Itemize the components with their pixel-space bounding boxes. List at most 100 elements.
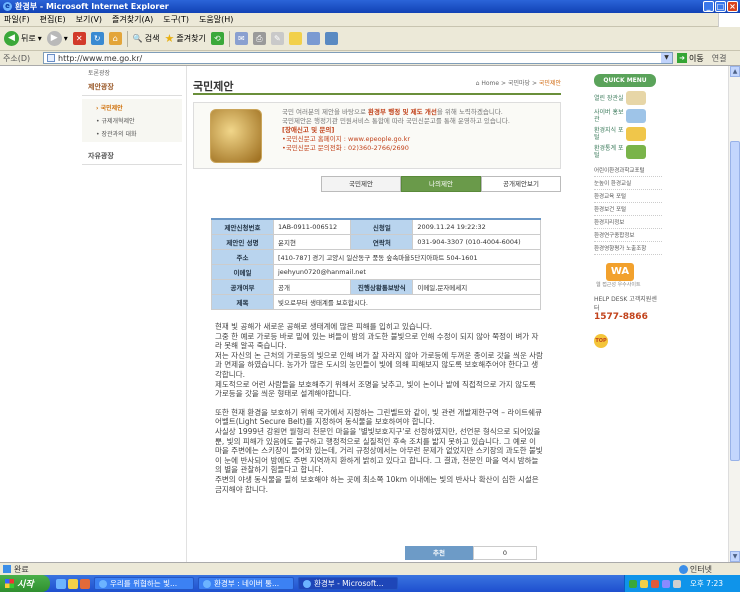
messenger-icon[interactable]: [306, 32, 320, 45]
cell-label: 제목: [211, 294, 274, 310]
folder-icon[interactable]: [288, 32, 302, 45]
mail-icon[interactable]: ✉: [234, 32, 248, 45]
search-label: 검색: [144, 34, 160, 43]
nav-sub-minister-talk[interactable]: • 장관과의 대화: [82, 127, 182, 140]
forward-button[interactable]: ▶ ▾: [46, 31, 68, 46]
table-row: 주소 [410-787] 경기 고양시 일산동구 풍동 숲속마을5단지아파트 5…: [211, 249, 541, 265]
nav-sub-label: 규제개혁제안: [101, 118, 135, 125]
left-navigation: 토론광장 제안광장 › 국민제안 • 규제개혁제안 • 장관과의 대화 자유광장: [82, 66, 182, 165]
links-button[interactable]: 연결: [712, 53, 727, 64]
list-item[interactable]: 어린이환경과학교포털: [594, 164, 662, 177]
list-item[interactable]: 환경연구종합정보: [594, 229, 662, 242]
quick-item-pr[interactable]: 사이버 홍보관: [594, 109, 662, 123]
speaker-icon[interactable]: [673, 579, 681, 588]
go-button[interactable]: ➜ 이동: [677, 53, 704, 64]
tray-icon[interactable]: [651, 579, 659, 588]
scroll-down-icon[interactable]: ▼: [730, 551, 740, 562]
list-item[interactable]: 환경교육 포털: [594, 190, 662, 203]
cell-label: 공개여부: [211, 279, 274, 295]
list-item[interactable]: 환경지리정보: [594, 216, 662, 229]
search-button[interactable]: 🔍 검색: [133, 33, 160, 44]
menu-view[interactable]: 보기(V): [76, 14, 102, 25]
address-dropdown-icon[interactable]: ▼: [661, 53, 672, 63]
nav-sub-regulation[interactable]: • 규제개혁제안: [82, 114, 182, 127]
stop-icon[interactable]: ✕: [72, 32, 86, 45]
help-desk-label: HELP DESK 고객지원센터: [594, 296, 657, 312]
minimize-button[interactable]: _: [703, 1, 714, 12]
proposal-body: 현재 빛 공해가 새로운 공해로 생태계에 많은 피해를 입히고 있습니다. 그…: [215, 322, 545, 503]
home-icon[interactable]: ⌂: [108, 32, 122, 45]
menu-file[interactable]: 파일(F): [4, 14, 30, 25]
taskbar-button[interactable]: 환경부 : 네이버 통...: [198, 577, 294, 590]
cell-label: 연락처: [350, 234, 414, 250]
ie-icon: [99, 579, 107, 588]
ie-icon: [303, 579, 311, 588]
print-icon[interactable]: ⎙: [252, 32, 266, 45]
edit-icon[interactable]: ✎: [270, 32, 284, 45]
list-item[interactable]: 환경보건 포털: [594, 203, 662, 216]
scroll-thumb[interactable]: [730, 141, 740, 461]
breadcrumb-parent[interactable]: 국민마당: [508, 80, 530, 87]
favorites-button[interactable]: ★ 즐겨찾기: [164, 32, 205, 45]
back-button[interactable]: ◀ 뒤로 ▾: [4, 31, 42, 46]
taskbar-button-active[interactable]: 환경부 - Microsoft...: [298, 577, 398, 590]
address-input[interactable]: http://www.me.go.kr/ ▼: [43, 52, 673, 64]
list-item[interactable]: 눈높이 환경교실: [594, 177, 662, 190]
menu-help[interactable]: 도움말(H): [199, 14, 233, 25]
media-quicklaunch-icon[interactable]: [80, 578, 90, 589]
breadcrumb-current: 국민제안: [538, 80, 561, 87]
nav-sub-national-proposal[interactable]: › 국민제안: [82, 101, 182, 114]
notice-line-4[interactable]: •국민신문고 홈페이지 : www.epeople.go.kr: [282, 135, 557, 144]
cell-value: 빛으로부터 생태계를 보호합시다.: [273, 294, 541, 310]
quick-item-minister[interactable]: 열린 장관실: [594, 91, 662, 105]
nav-section-proposal[interactable]: 제안광장: [82, 79, 182, 96]
list-item[interactable]: 환경영향평가 노출조항: [594, 242, 662, 255]
tab-my-proposal[interactable]: 나의제안: [401, 176, 481, 192]
recommend-row: 추천 0: [405, 546, 537, 560]
folder-quicklaunch-icon[interactable]: [68, 578, 78, 589]
tools-icon[interactable]: [324, 32, 338, 45]
window-title: 환경부 - Microsoft Internet Explorer: [15, 2, 169, 11]
tab-national-proposal[interactable]: 국민제안: [321, 176, 401, 192]
history-icon[interactable]: ⟲: [210, 32, 224, 45]
ie-icon: e: [3, 2, 12, 11]
table-row: 제목 빛으로부터 생태계를 보호합시다.: [211, 294, 541, 310]
top-button[interactable]: TOP: [594, 334, 608, 348]
help-desk-phone: 1577-8866: [594, 312, 648, 322]
nav-item-discussion[interactable]: 토론광장: [82, 66, 182, 79]
menu-favorites[interactable]: 즐겨찾기(A): [112, 14, 153, 25]
body-paragraph: 또한 현재 환경을 보호하기 위해 국가에서 지정하는 그린벨트와 같이, 빛 …: [215, 407, 543, 494]
menu-bar: 파일(F) 편집(E) 보기(V) 즐겨찾기(A) 도구(T) 도움말(H): [0, 13, 740, 27]
quick-item-knowledge[interactable]: 환경지식 포털: [594, 127, 662, 141]
cell-value: 윤지현: [272, 234, 352, 250]
tray-icon[interactable]: [629, 579, 637, 588]
refresh-icon[interactable]: ↻: [90, 32, 104, 45]
scroll-up-icon[interactable]: ▲: [730, 66, 740, 77]
ie-quicklaunch-icon[interactable]: [56, 578, 66, 589]
tab-public-proposals[interactable]: 공개제안보기: [481, 176, 561, 192]
menu-tools[interactable]: 도구(T): [163, 14, 189, 25]
close-button[interactable]: ×: [727, 1, 738, 12]
page-viewport: 토론광장 제안광장 › 국민제안 • 규제개혁제안 • 장관과의 대화 자유광장…: [0, 66, 740, 562]
cell-value: 2009.11.24 19:22:32: [412, 218, 541, 235]
column-divider: [186, 66, 187, 562]
tray-icon[interactable]: [662, 579, 670, 588]
toolbar: ◀ 뒤로 ▾ ▶ ▾ ✕ ↻ ⌂ 🔍 검색 ★ 즐겨찾기 ⟲ ✉ ⎙ ✎: [0, 27, 740, 51]
breadcrumb-sep: >: [500, 80, 507, 87]
breadcrumb-home[interactable]: Home: [481, 80, 499, 87]
start-button[interactable]: 시작: [0, 575, 50, 592]
taskbar-button[interactable]: 우리를 위협하는 빛...: [94, 577, 194, 590]
vertical-scrollbar[interactable]: ▲ ▼: [728, 66, 740, 562]
address-label: 주소(D): [3, 53, 31, 63]
quick-item-statistics[interactable]: 환경통계 포털: [594, 145, 662, 159]
cell-label: 진행상황통보방식: [350, 279, 414, 295]
tray-icon[interactable]: [640, 579, 648, 588]
maximize-button[interactable]: □: [715, 1, 726, 12]
windows-flag-icon: [5, 579, 14, 588]
chevron-down-icon: ▾: [37, 34, 42, 43]
proposal-info-table: 제안신청번호 1AB-0911-006512 신청일 2009.11.24 19…: [211, 218, 541, 310]
clock[interactable]: 오후 7:23: [690, 578, 723, 589]
nav-section-free[interactable]: 자유광장: [82, 148, 182, 165]
menu-edit[interactable]: 편집(E): [40, 14, 66, 25]
cell-label: 주소: [211, 249, 274, 265]
